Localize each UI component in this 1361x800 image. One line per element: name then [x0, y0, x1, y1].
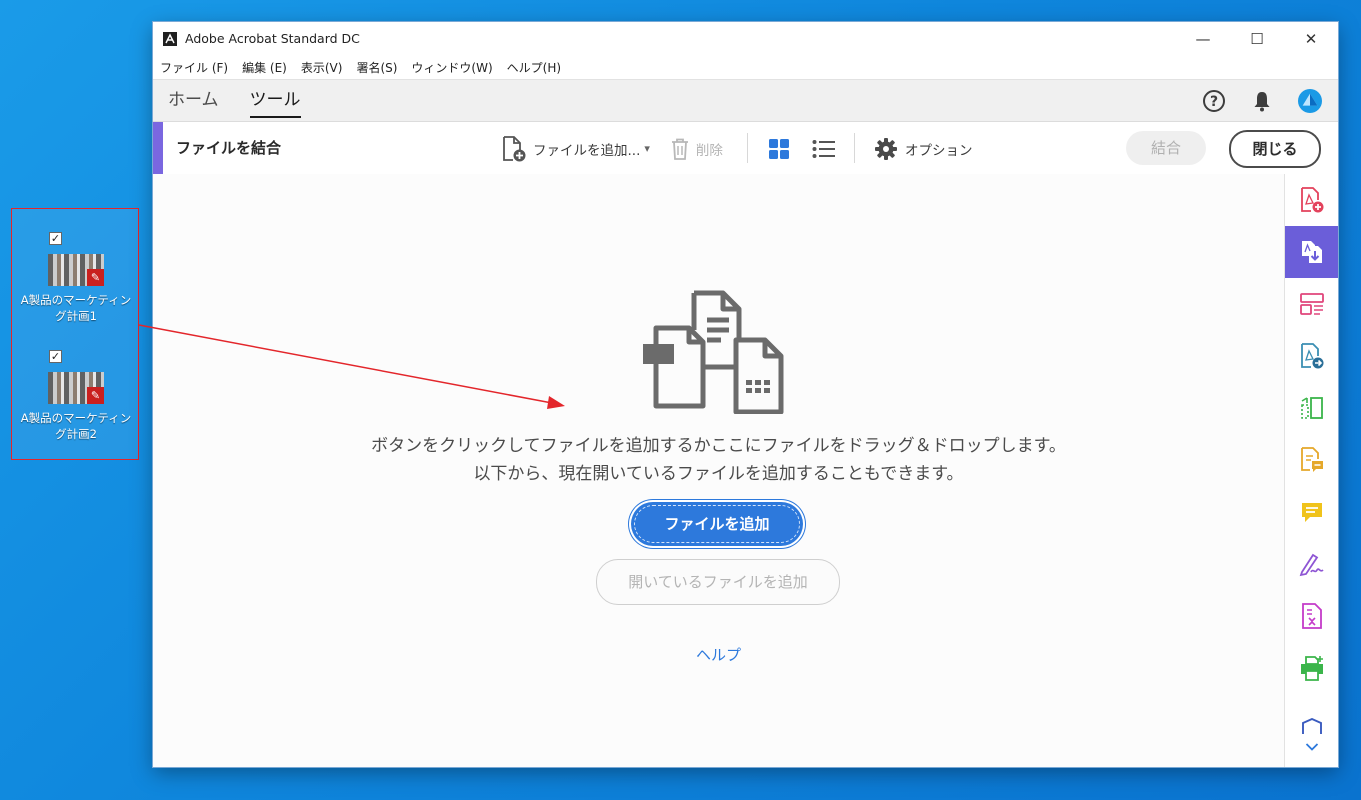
maximize-button[interactable]: ☐: [1230, 22, 1284, 55]
help-link[interactable]: ヘルプ: [153, 644, 1284, 665]
file-label: A製品のマーケティン グ計画2: [20, 411, 132, 441]
combine-files-icon[interactable]: [1285, 226, 1338, 278]
send-for-comments-icon[interactable]: [1285, 434, 1338, 486]
drop-area[interactable]: ボタンをクリックしてファイルを追加するかここにファイルをドラッグ＆ドロップします…: [153, 174, 1284, 767]
combine-files-illustration: [641, 288, 793, 415]
account-avatar-icon[interactable]: [1298, 88, 1322, 113]
tool-title: ファイルを結合: [176, 139, 282, 157]
add-open-files-button[interactable]: 開いているファイルを追加: [596, 559, 840, 605]
toolbar-separator: [854, 133, 855, 163]
tab-tools[interactable]: ツール: [249, 80, 301, 121]
menu-edit[interactable]: 編集 (E): [242, 59, 287, 76]
combine-toolbar: ファイルを結合 ファイルを追加... ▾ 削除 オプション 結合 閉じる: [153, 122, 1338, 176]
menu-window[interactable]: ウィンドウ(W): [411, 59, 492, 76]
acrobat-logo-icon: [163, 31, 177, 46]
desktop-selection-box: ✓ ✎ A製品のマーケティン グ計画1 ✓ ✎ A製品のマーケティン グ計画2: [11, 208, 139, 460]
protect-icon[interactable]: [1285, 694, 1338, 734]
options-button[interactable]: オプション: [874, 137, 973, 161]
svg-text:?: ?: [1210, 94, 1218, 110]
drop-instruction-line2: 以下から、現在開いているファイルを追加することもできます。: [473, 464, 964, 484]
gear-icon: [874, 137, 898, 161]
menu-bar: ファイル (F) 編集 (E) 表示(V) 署名(S) ウィンドウ(W) ヘルプ…: [153, 55, 1338, 79]
add-files-dropdown[interactable]: ファイルを追加... ▾: [501, 135, 650, 163]
pdf-icon: ✎: [87, 387, 104, 404]
window-title: Adobe Acrobat Standard DC: [185, 31, 360, 46]
combine-button[interactable]: 結合: [1126, 131, 1206, 165]
fill-sign-icon[interactable]: [1285, 538, 1338, 590]
acrobat-window: Adobe Acrobat Standard DC — ☐ ✕ ファイル (F)…: [153, 22, 1338, 767]
export-pdf-icon[interactable]: [1285, 330, 1338, 382]
minimize-button[interactable]: —: [1176, 22, 1230, 55]
tab-home[interactable]: ホーム: [168, 80, 219, 121]
pdf-icon: ✎: [87, 269, 104, 286]
comment-icon[interactable]: [1285, 486, 1338, 538]
file-checkbox[interactable]: ✓: [49, 232, 62, 245]
menu-sign[interactable]: 署名(S): [356, 59, 397, 76]
file-label: A製品のマーケティン グ計画1: [20, 293, 132, 323]
close-tool-button[interactable]: 閉じる: [1229, 130, 1321, 168]
pdf-thumbnail: ✎: [48, 372, 104, 404]
title-bar[interactable]: Adobe Acrobat Standard DC — ☐ ✕: [153, 22, 1338, 55]
pdf-thumbnail: ✎: [48, 254, 104, 286]
scroll-down-icon[interactable]: [1285, 734, 1338, 760]
tab-bar: ホーム ツール ?: [153, 79, 1338, 122]
tool-accent-bar: [153, 122, 163, 175]
add-files-button[interactable]: ファイルを追加: [631, 502, 803, 546]
drop-instruction-line1: ボタンをクリックしてファイルを追加するかここにファイルをドラッグ＆ドロップします…: [371, 436, 1066, 456]
edit-pdf-icon[interactable]: [1285, 382, 1338, 434]
trash-icon: [670, 137, 690, 161]
menu-file[interactable]: ファイル (F): [160, 59, 228, 76]
compress-pdf-icon[interactable]: [1285, 590, 1338, 642]
add-file-icon: [501, 135, 527, 163]
right-tools-rail: [1284, 174, 1338, 767]
menu-view[interactable]: 表示(V): [301, 59, 343, 76]
list-view-icon[interactable]: [812, 139, 836, 159]
create-pdf-icon[interactable]: [1285, 174, 1338, 226]
help-icon[interactable]: ?: [1202, 89, 1226, 113]
menu-help[interactable]: ヘルプ(H): [507, 59, 561, 76]
print-production-icon[interactable]: [1285, 642, 1338, 694]
organize-pages-icon[interactable]: [1285, 278, 1338, 330]
close-window-button[interactable]: ✕: [1284, 22, 1338, 55]
grid-view-icon[interactable]: [768, 138, 790, 160]
file-checkbox[interactable]: ✓: [49, 350, 62, 363]
toolbar-separator: [747, 133, 748, 163]
delete-button[interactable]: 削除: [670, 137, 723, 161]
notification-bell-icon[interactable]: [1250, 89, 1274, 113]
